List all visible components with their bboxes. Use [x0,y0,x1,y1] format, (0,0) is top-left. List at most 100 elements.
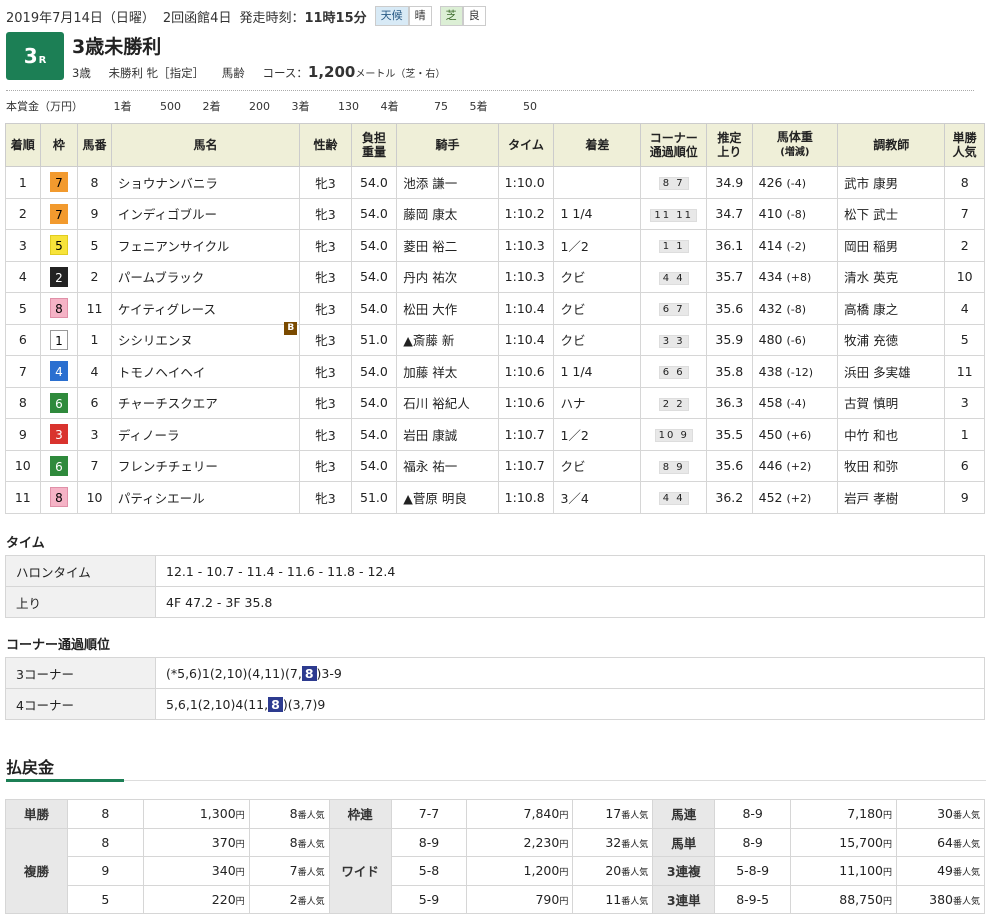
horse-name-cell[interactable]: ディノーラ [110,418,301,451]
horse-name-cell[interactable]: ケイティグレース [110,292,301,325]
horse-name-cell[interactable]: トモノヘイヘイ [110,355,301,388]
jockey[interactable]: 福永 祐一 [396,449,499,482]
horse-name-cell[interactable]: ショウナンバニラ [110,166,301,199]
jockey[interactable]: 加藤 祥太 [396,355,499,388]
payout-amount-cell: 7,840円 [466,799,574,829]
trainer[interactable]: 牧田 和弥 [837,449,946,482]
col-pop-l1: 単勝 [952,131,977,145]
jockey[interactable]: 石川 裕紀人 [396,386,499,419]
time-section-title: タイム [6,536,45,551]
time-key: ハロンタイム [5,555,156,587]
horse-name[interactable]: フェニアンサイクル [118,239,229,254]
col-rank: 着順 [5,123,41,167]
pop-suffix: 番人気 [621,839,649,850]
bodyweight-cell: 410 (-8) [751,197,839,230]
trainer[interactable]: 古賀 慎明 [837,386,946,419]
rank: 6 [5,323,41,356]
payout-number: 9 [66,856,144,886]
col-bw-l2: (増減) [780,147,810,158]
bodyweight-diff: (+6) [786,428,812,442]
time-table: ハロンタイム 12.1 - 10.7 - 11.4 - 11.6 - 11.8 … [5,555,985,618]
horse-name[interactable]: インディゴブルー [118,207,217,222]
jockey[interactable]: 池添 謙一 [396,166,499,199]
jockey[interactable]: 岩田 康誠 [396,418,499,451]
jockey[interactable]: 丹内 祐次 [396,260,499,293]
trainer[interactable]: 浜田 多実雄 [837,355,946,388]
payout-amount: 2,230 [523,834,560,850]
payout-pop-cell: 30番人気 [896,799,985,829]
finish-time: 1:10.7 [497,449,555,482]
col-sex: 性齢 [299,123,352,167]
trainer[interactable]: 武市 康男 [837,166,946,199]
race-meeting: 2回函館4日 [162,10,232,26]
jockey[interactable]: ▲斎藤 新 [396,323,499,356]
horse-number: 11 [77,292,112,325]
trainer[interactable]: 松下 武士 [837,197,946,230]
bodyweight-diff: (+2) [786,491,812,505]
bodyweight-diff: (-4) [786,176,807,190]
trainer[interactable]: 中竹 和也 [837,418,946,451]
sex-age: 牝3 [299,292,352,325]
payout-row: 複勝 8 370円 8番人気 ワイド 8-9 2,230円 32番人気 馬単 8-9 15,700円… [5,827,985,914]
horse-name[interactable]: フレンチチェリー [118,459,218,474]
payout-pop: 380 [929,891,953,907]
weight-carried: 54.0 [350,355,398,388]
horse-name[interactable]: パームブラック [118,270,204,285]
weight-carried: 54.0 [350,418,398,451]
corner-positions: 10 9 [654,429,693,443]
horse-name-cell[interactable]: チャーチスクエア [110,386,301,419]
bodyweight-cell: 434 (+8) [751,260,839,293]
pop-suffix: 番人気 [297,868,325,879]
jockey[interactable]: 藤岡 康太 [396,197,499,230]
col-weight: 負担 重量 [350,123,398,167]
horse-name-cell[interactable]: パティシエール [110,481,301,514]
payout-row: 9 340円 7番人気 5-8 1,200円 20番人気 3連複 5-8-9 11,100円 49… [6,856,985,886]
result-row: 4 2 2 パームブラック 牝3 54.0 丹内 祐次 1:10.3 クビ 4 4 35.7 434 … [5,260,985,293]
bet-type-label: 3連単 [652,884,716,914]
last-3f: 35.8 [706,355,753,388]
trainer[interactable]: 牧浦 充徳 [837,323,946,356]
bodyweight: 446 [758,458,783,474]
waku-cell: 7 [39,166,79,199]
horse-number: 10 [77,481,112,514]
horse-name-cell[interactable]: フェニアンサイクル [110,229,301,262]
payout-number: 8 [66,827,144,857]
bodyweight-diff: (+8) [786,271,812,285]
payout-pop: 7 [289,863,298,879]
horse-name[interactable]: ケイティグレース [118,302,216,317]
waku-cell: 8 [39,292,79,325]
horse-name[interactable]: ショウナンバニラ [118,176,218,191]
payout-amount-cell: 7,180円 [790,799,898,829]
corner-cell: 6 6 [640,355,708,388]
horse-name-cell[interactable]: シシリエンヌ B [110,322,301,356]
prize-value: 130 [338,100,359,113]
trainer[interactable]: 清水 英克 [837,260,946,293]
horse-name[interactable]: トモノヘイヘイ [118,365,206,380]
bet-type-label: 単勝 [5,799,68,829]
payout-amount: 1,200 [523,863,560,879]
horse-name-cell[interactable]: フレンチチェリー [110,449,301,482]
jockey[interactable]: ▲菅原 明良 [396,481,499,514]
margin: 1 1/4 [553,355,642,388]
yen-unit: 円 [235,839,245,850]
jockey[interactable]: 松田 大作 [396,292,499,325]
trainer[interactable]: 岡田 稲男 [837,229,946,262]
payout-amount: 7,840 [523,806,560,822]
horse-name[interactable]: シシリエンヌ [118,333,193,348]
payout-pop-cell: 380番人気 [896,884,985,914]
race-title: 3歳未勝利 [72,36,162,58]
finish-time: 1:10.8 [497,481,555,514]
trainer[interactable]: 岩戸 孝樹 [837,481,946,514]
track-key: 芝 [439,6,463,26]
horse-name-cell[interactable]: パームブラック [110,260,301,293]
prize-pos: 2着 [202,100,221,113]
trainer[interactable]: 高橋 康之 [837,292,946,325]
horse-name-cell[interactable]: インディゴブルー [110,197,301,230]
horse-name[interactable]: パティシエール [118,491,205,506]
margin: ハナ [553,386,642,419]
margin [553,166,642,199]
horse-name[interactable]: ディノーラ [118,428,180,443]
col-pop-l2: 人気 [952,145,977,159]
horse-name[interactable]: チャーチスクエア [118,396,218,411]
jockey[interactable]: 菱田 裕二 [396,229,499,262]
